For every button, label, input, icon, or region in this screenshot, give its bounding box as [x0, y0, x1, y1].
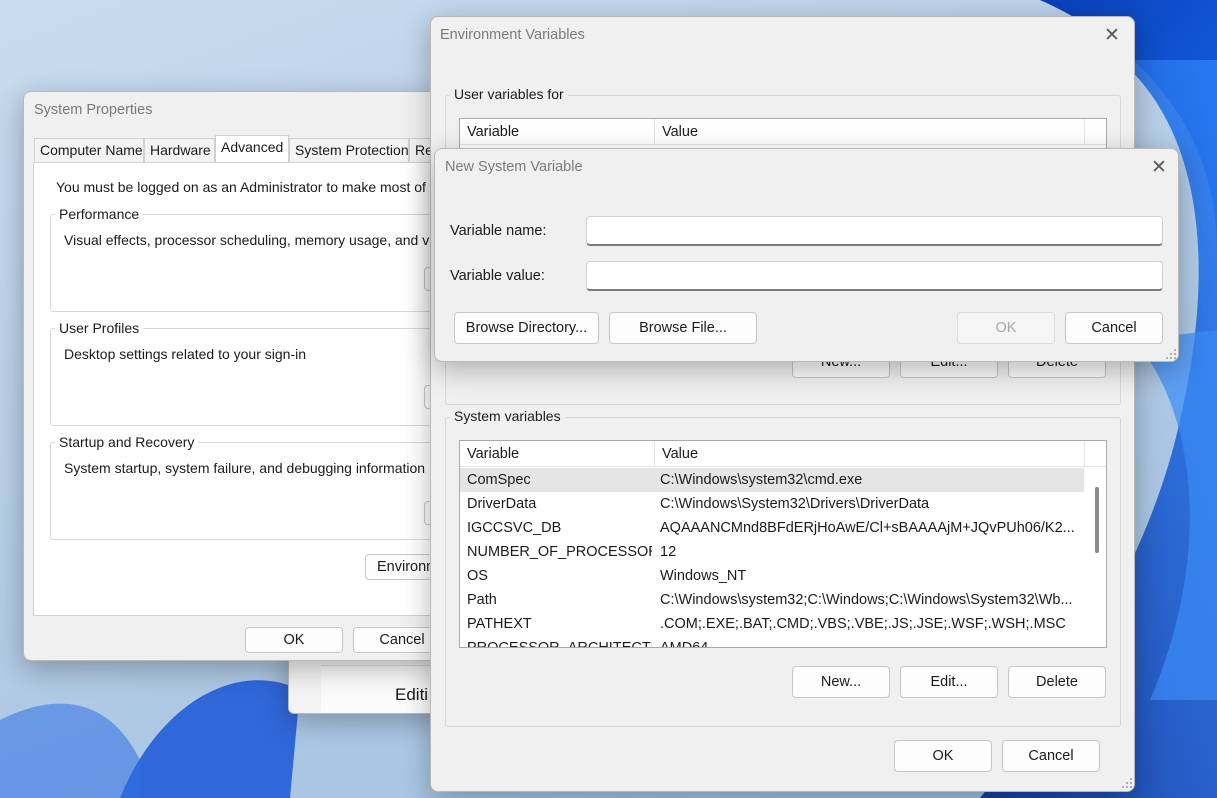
system-variables-list[interactable]: Variable Value ComSpec C:\Windows\system3… — [459, 440, 1107, 648]
system-column-value[interactable]: Value — [655, 441, 1085, 467]
new-system-variable-title: New System Variable — [445, 159, 583, 175]
table-row[interactable]: PROCESSOR_ARCHITECTU AMD64 — [460, 636, 1084, 648]
tab-computer-name[interactable]: Computer Name — [34, 138, 144, 162]
system-variables-header: Variable Value — [460, 441, 1106, 467]
row-variable-value: C:\Windows\system32;C:\Windows;C:\Window… — [660, 592, 1073, 608]
table-row[interactable]: DriverData C:\Windows\System32\Drivers\Dr… — [460, 492, 1084, 516]
table-row[interactable]: Path C:\Windows\system32;C:\Windows;C:\Wi… — [460, 588, 1084, 612]
tab-advanced[interactable]: Advanced — [215, 135, 289, 163]
admin-notice: You must be logged on as an Administrato… — [56, 179, 457, 195]
user-profiles-group: User Profiles Desktop settings related t… — [50, 320, 464, 426]
row-variable-name: PATHEXT — [467, 616, 532, 632]
variable-name-input[interactable] — [586, 216, 1163, 246]
environment-variables-ok-button[interactable]: OK — [894, 740, 992, 772]
table-row[interactable]: IGCCSVC_DB AQAAANCMnd8BFdERjHoAwE/Cl+sBAA… — [460, 516, 1084, 540]
table-row[interactable]: OS Windows_NT — [460, 564, 1084, 588]
table-row[interactable]: ComSpec C:\Windows\system32\cmd.exe — [460, 468, 1084, 492]
environment-variables-window: Environment Variables ✕ User variables f… — [430, 16, 1135, 792]
environment-variables-cancel-button[interactable]: Cancel — [1002, 740, 1100, 772]
user-variables-header: Variable Value — [460, 119, 1106, 145]
row-variable-name: IGCCSVC_DB — [467, 520, 562, 536]
row-variable-name: OS — [467, 568, 488, 584]
system-properties-ok-button[interactable]: OK — [245, 627, 343, 653]
system-variables-label: System variables — [450, 408, 565, 424]
table-row[interactable]: NUMBER_OF_PROCESSORS 12 — [460, 540, 1084, 564]
tab-hardware[interactable]: Hardware — [144, 138, 215, 162]
background-window-text: Editi — [395, 685, 429, 704]
variable-value-input[interactable] — [586, 261, 1163, 291]
system-variables-group: System variables Variable Value ComSpec C… — [445, 408, 1121, 727]
system-new-button[interactable]: New... — [792, 666, 890, 698]
variable-name-label: Variable name: — [450, 223, 547, 239]
startup-recovery-group: Startup and Recovery System startup, sys… — [50, 434, 464, 540]
resize-grip-icon[interactable] — [1121, 777, 1133, 789]
startup-recovery-label: Startup and Recovery — [55, 434, 199, 450]
performance-label: Performance — [55, 206, 144, 222]
system-properties-window: System Properties Computer Name Hardware… — [23, 91, 464, 661]
browse-directory-button[interactable]: Browse Directory... — [454, 312, 599, 344]
row-variable-value: AMD64 — [660, 640, 709, 648]
variable-value-label: Variable value: — [450, 268, 545, 284]
row-variable-value: AQAAANCMnd8BFdERjHoAwE/Cl+sBAAAAjM+JQvPU… — [660, 520, 1075, 536]
advanced-tab-page: You must be logged on as an Administrato… — [33, 162, 464, 616]
row-variable-value: .COM;.EXE;.BAT;.CMD;.VBS;.VBE;.JS;.JSE;.… — [660, 616, 1066, 632]
new-variable-cancel-button[interactable]: Cancel — [1065, 312, 1163, 344]
user-profiles-label: User Profiles — [55, 320, 144, 336]
browse-file-button[interactable]: Browse File... — [609, 312, 757, 344]
new-variable-ok-button[interactable]: OK — [957, 312, 1055, 344]
new-system-variable-close-icon[interactable]: ✕ — [1151, 158, 1167, 177]
row-variable-value: Windows_NT — [660, 568, 747, 584]
performance-group: Performance Visual effects, processor sc… — [50, 206, 464, 312]
system-properties-tabs: Computer Name Hardware Advanced System P… — [34, 135, 449, 163]
environment-variables-close-icon[interactable]: ✕ — [1104, 26, 1120, 45]
system-column-variable[interactable]: Variable — [460, 441, 655, 467]
environment-variables-title: Environment Variables — [440, 27, 585, 43]
user-variables-label: User variables for — [450, 86, 568, 102]
row-variable-value: C:\Windows\system32\cmd.exe — [660, 472, 863, 488]
user-column-variable[interactable]: Variable — [460, 119, 655, 145]
row-variable-name: Path — [467, 592, 497, 608]
row-variable-name: ComSpec — [467, 472, 531, 488]
new-system-variable-dialog: New System Variable ✕ Variable name: Var… — [434, 148, 1179, 362]
system-edit-button[interactable]: Edit... — [900, 666, 998, 698]
user-column-value[interactable]: Value — [655, 119, 1085, 145]
startup-recovery-description: System startup, system failure, and debu… — [64, 460, 426, 476]
row-variable-value: C:\Windows\System32\Drivers\DriverData — [660, 496, 930, 512]
system-delete-button[interactable]: Delete — [1008, 666, 1106, 698]
row-variable-name: PROCESSOR_ARCHITECTU — [467, 640, 652, 648]
user-profiles-description: Desktop settings related to your sign-in — [64, 346, 307, 362]
row-variable-name: NUMBER_OF_PROCESSORS — [467, 544, 652, 560]
tab-system-protection[interactable]: System Protection — [289, 138, 409, 162]
row-variable-name: DriverData — [467, 496, 537, 512]
system-variables-scrollbar[interactable] — [1088, 467, 1106, 647]
performance-description: Visual effects, processor scheduling, me… — [64, 232, 449, 248]
dialog-resize-grip-icon[interactable] — [1165, 348, 1177, 360]
system-properties-title: System Properties — [34, 102, 153, 118]
system-variables-scroll-thumb[interactable] — [1095, 487, 1099, 553]
table-row[interactable]: PATHEXT .COM;.EXE;.BAT;.CMD;.VBS;.VBE;.JS… — [460, 612, 1084, 636]
row-variable-value: 12 — [660, 544, 677, 560]
